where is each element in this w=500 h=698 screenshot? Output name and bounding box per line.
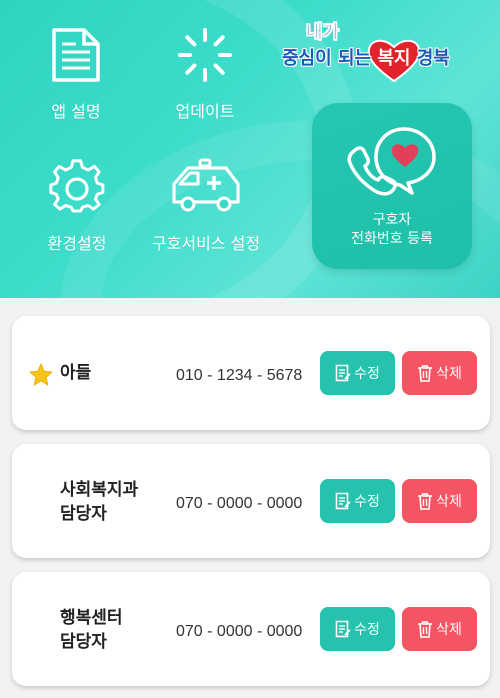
- edit-button[interactable]: 수정: [320, 607, 395, 651]
- contact-phone: 010 - 1234 - 5678: [176, 367, 303, 384]
- delete-label: 삭제: [436, 366, 462, 382]
- logo-line2: 중심이 되는 복지 경북: [282, 44, 450, 70]
- delete-button[interactable]: 삭제: [402, 351, 477, 395]
- contact-card: 사회복지과 담당자 070 - 0000 - 0000 수정 삭제: [12, 444, 490, 558]
- trash-icon: [418, 365, 433, 382]
- trash-icon: [418, 493, 433, 510]
- register-label-line1: 구호자: [372, 212, 412, 228]
- contact-name: 행복센터 담당자: [60, 606, 123, 654]
- guardian-service-button[interactable]: 구호서비스 설정: [146, 158, 266, 254]
- edit-label: 수정: [354, 494, 380, 510]
- contact-card: 아들 010 - 1234 - 5678 수정 삭제: [12, 316, 490, 430]
- contact-name-line1: 아들: [60, 363, 92, 383]
- ambulance-icon: [172, 158, 240, 212]
- document-icon: [52, 28, 100, 82]
- contact-name-line1: 사회복지과: [60, 480, 139, 500]
- register-label-line2: 전화번호 등록: [351, 231, 433, 247]
- contact-name: 사회복지과 담당자: [60, 478, 138, 526]
- app-guide-button[interactable]: 앱 설명: [36, 26, 116, 122]
- update-label: 업데이트: [175, 102, 235, 121]
- settings-button[interactable]: 환경설정: [32, 158, 122, 254]
- update-button[interactable]: 업데이트: [160, 26, 250, 122]
- contact-phone: 070 - 0000 - 0000: [176, 623, 303, 640]
- edit-button[interactable]: 수정: [320, 351, 395, 395]
- logo-line1: 내가: [306, 22, 340, 43]
- guardian-service-label: 구호서비스 설정: [151, 234, 261, 253]
- edit-button[interactable]: 수정: [320, 479, 395, 523]
- contact-name: 아들: [60, 361, 91, 385]
- contact-name-line2: 담당자: [60, 504, 107, 524]
- delete-button[interactable]: 삭제: [402, 479, 477, 523]
- app-guide-label: 앱 설명: [51, 102, 101, 121]
- register-guardian-label: 구호자 전화번호 등록: [351, 211, 433, 249]
- contact-card: 행복센터 담당자 070 - 0000 - 0000 수정 삭제: [12, 572, 490, 686]
- contact-name-line2: 담당자: [60, 632, 107, 652]
- gear-icon: [49, 159, 105, 213]
- settings-label: 환경설정: [47, 234, 107, 253]
- loading-spinner-icon: [178, 28, 232, 82]
- delete-button[interactable]: 삭제: [402, 607, 477, 651]
- contact-phone: 070 - 0000 - 0000: [176, 495, 303, 512]
- delete-label: 삭제: [436, 494, 462, 510]
- logo-line2-part2: 복지: [377, 48, 411, 69]
- trash-icon: [418, 621, 433, 638]
- logo-line2-part1: 중심이 되는: [282, 48, 378, 69]
- contact-name-line1: 행복센터: [60, 608, 123, 628]
- star-icon: [29, 363, 53, 386]
- gyeongbuk-welfare-logo: 내가 중심이 되는 복지 경북: [278, 16, 478, 82]
- edit-label: 수정: [354, 366, 380, 382]
- edit-label: 수정: [354, 622, 380, 638]
- delete-label: 삭제: [436, 622, 462, 638]
- phone-heart-icon: [347, 127, 436, 196]
- edit-document-icon: [335, 620, 351, 638]
- register-guardian-phone-button[interactable]: 구호자 전화번호 등록: [312, 103, 472, 269]
- logo-line2-part3: 경북: [410, 48, 450, 69]
- edit-document-icon: [335, 364, 351, 382]
- edit-document-icon: [335, 492, 351, 510]
- header-panel: 앱 설명 업데이트 환경설정 구호서비스 설정 내가 중심이 되는 복지 경북 …: [0, 0, 500, 298]
